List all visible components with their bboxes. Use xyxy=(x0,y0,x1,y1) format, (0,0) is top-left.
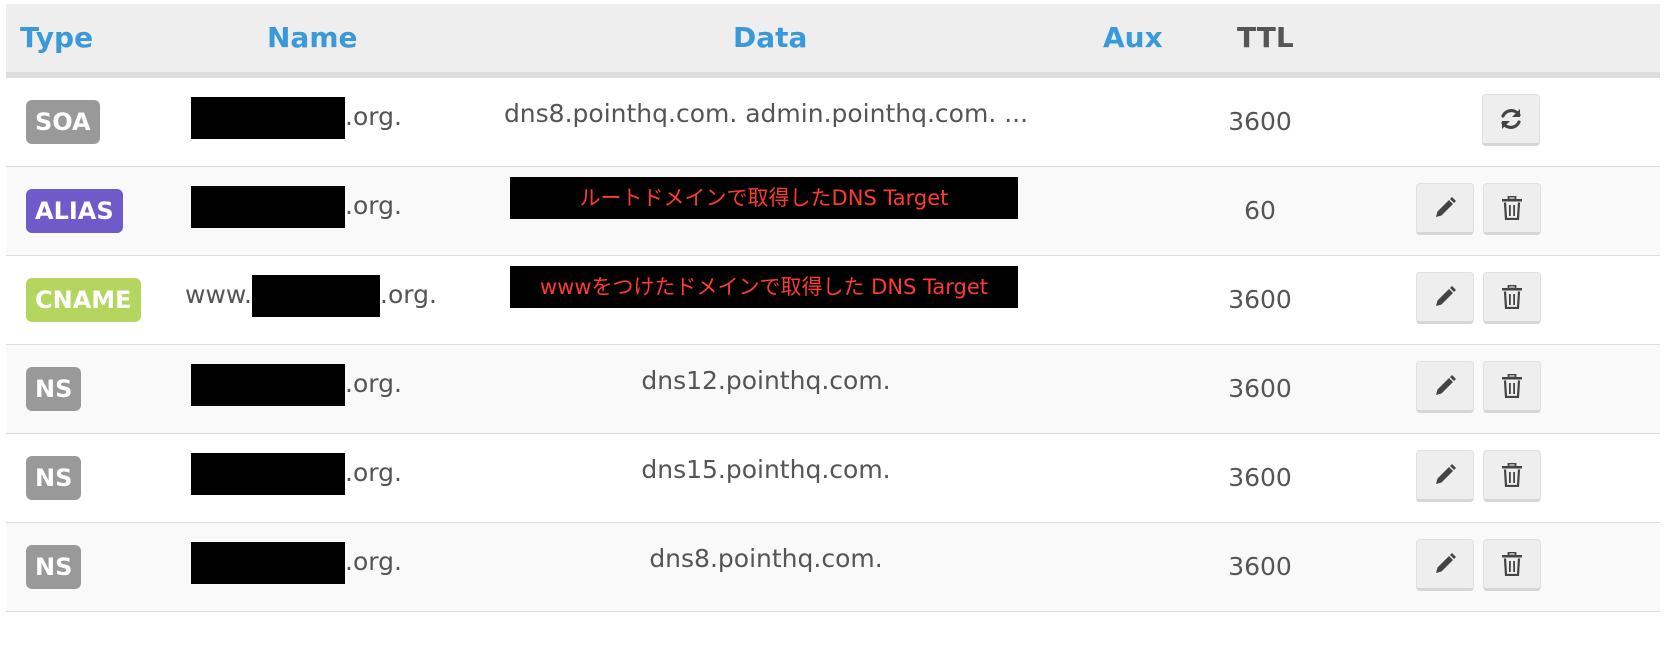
record-name: www. .org. xyxy=(185,273,437,317)
record-name-suffix: .org. xyxy=(380,280,437,309)
delete-button[interactable] xyxy=(1483,183,1541,235)
trash-icon xyxy=(1502,196,1522,220)
record-type-badge: NS xyxy=(26,456,82,500)
record-data: dns15.pointhq.com. xyxy=(641,455,891,484)
column-header-aux[interactable]: Aux xyxy=(1103,4,1163,72)
redaction-block xyxy=(191,364,345,406)
record-type-badge: CNAME xyxy=(26,278,141,322)
record-name-prefix: www. xyxy=(185,280,252,309)
table-row: NS .org. dns8.pointhq.com. 3600 xyxy=(6,523,1660,612)
table-row: SOA .org. dns8.pointhq.com. admin.pointh… xyxy=(6,78,1660,167)
record-name: .org. xyxy=(191,540,402,584)
column-header-data[interactable]: Data xyxy=(733,4,807,72)
pencil-icon xyxy=(1436,375,1456,395)
redaction-block xyxy=(191,453,345,495)
record-type-badge: NS xyxy=(26,545,82,589)
delete-button[interactable] xyxy=(1483,450,1541,502)
column-header-ttl: TTL xyxy=(1237,21,1294,54)
record-name: .org. xyxy=(191,362,402,406)
record-ttl: 3600 xyxy=(1228,463,1292,492)
edit-button[interactable] xyxy=(1416,361,1474,413)
record-name-suffix: .org. xyxy=(345,191,402,220)
edit-button[interactable] xyxy=(1416,539,1474,591)
delete-button[interactable] xyxy=(1483,361,1541,413)
edit-button[interactable] xyxy=(1416,272,1474,324)
pencil-icon xyxy=(1436,286,1456,306)
trash-icon xyxy=(1502,552,1522,576)
edit-button[interactable] xyxy=(1416,450,1474,502)
column-header-name[interactable]: Name xyxy=(267,4,358,72)
record-type-badge: NS xyxy=(26,367,82,411)
redaction-block xyxy=(191,186,345,228)
record-ttl: 60 xyxy=(1244,196,1276,225)
record-type-badge: SOA xyxy=(26,100,100,144)
edit-button[interactable] xyxy=(1416,183,1474,235)
record-data: dns8.pointhq.com. admin.pointhq.com. ... xyxy=(503,99,1029,128)
record-ttl: 3600 xyxy=(1228,374,1292,403)
refresh-icon xyxy=(1501,109,1521,129)
record-type-badge: ALIAS xyxy=(26,189,123,233)
record-data-annotation: wwwをつけたドメインで取得した DNS Target xyxy=(510,266,1018,308)
refresh-button[interactable] xyxy=(1482,94,1540,146)
record-name: .org. xyxy=(191,95,402,139)
record-name: .org. xyxy=(191,451,402,495)
table-row: CNAME www. .org. wwwをつけたドメインで取得した DNS Tar… xyxy=(6,256,1660,345)
trash-icon xyxy=(1502,463,1522,487)
table-row: ALIAS .org. ルートドメインで取得したDNS Target 60 xyxy=(6,167,1660,256)
redaction-block xyxy=(252,275,380,317)
table-row: NS .org. dns12.pointhq.com. 3600 xyxy=(6,345,1660,434)
record-ttl: 3600 xyxy=(1228,107,1292,136)
pencil-icon xyxy=(1436,553,1456,573)
redaction-block xyxy=(191,542,345,584)
record-name: .org. xyxy=(191,184,402,228)
record-ttl: 3600 xyxy=(1228,552,1292,581)
record-ttl: 3600 xyxy=(1228,285,1292,314)
record-data: dns12.pointhq.com. xyxy=(641,366,891,395)
dns-records-table: Type Name Data Aux TTL SOA .org. dns8.po… xyxy=(6,4,1660,612)
pencil-icon xyxy=(1436,197,1456,217)
delete-button[interactable] xyxy=(1483,539,1541,591)
record-data-annotation: ルートドメインで取得したDNS Target xyxy=(510,177,1018,219)
record-data: dns8.pointhq.com. xyxy=(649,544,883,573)
column-header-type[interactable]: Type xyxy=(20,4,93,72)
table-header: Type Name Data Aux TTL xyxy=(6,4,1660,78)
pencil-icon xyxy=(1436,464,1456,484)
delete-button[interactable] xyxy=(1483,272,1541,324)
redaction-block xyxy=(191,97,345,139)
trash-icon xyxy=(1502,285,1522,309)
table-row: NS .org. dns15.pointhq.com. 3600 xyxy=(6,434,1660,523)
trash-icon xyxy=(1502,374,1522,398)
